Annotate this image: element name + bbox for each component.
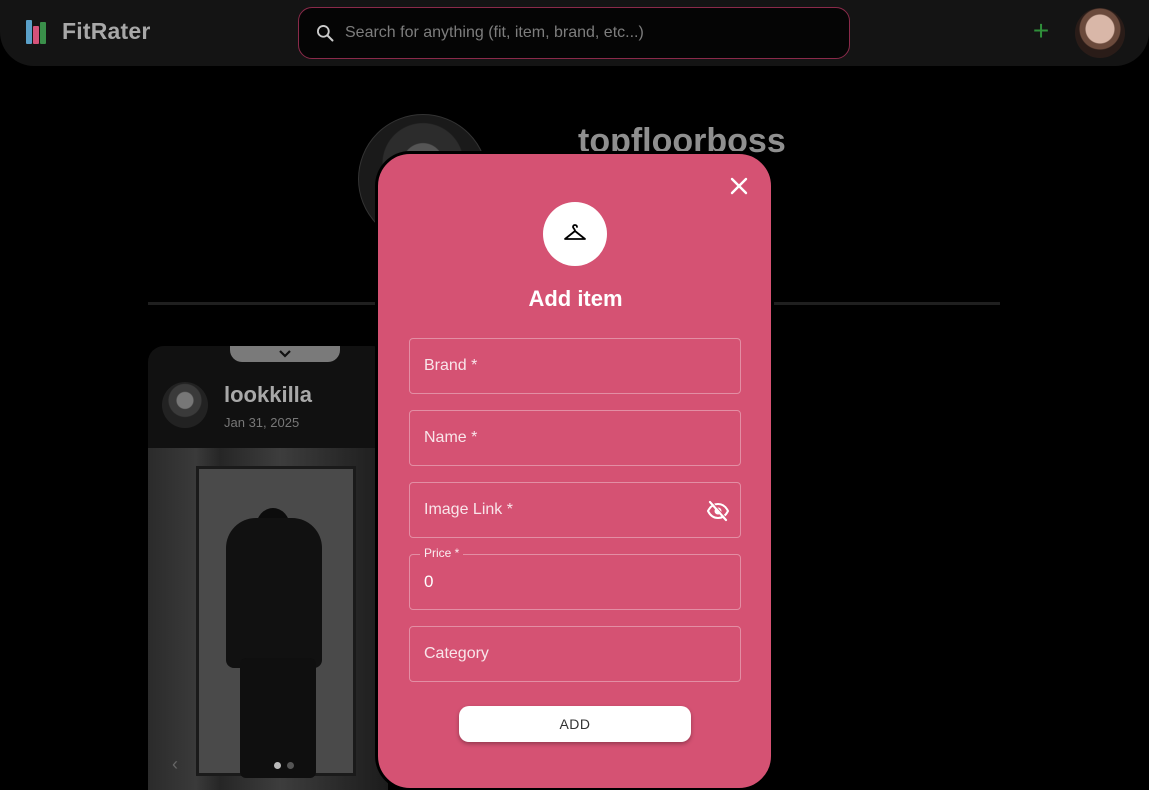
- search-bar[interactable]: [298, 7, 850, 59]
- post-card[interactable]: lookkilla Jan 31, 2025 ‹: [148, 346, 388, 790]
- visibility-off-icon[interactable]: [706, 499, 730, 523]
- post-author-avatar[interactable]: [162, 382, 208, 428]
- hanger-icon: [564, 224, 586, 240]
- image-figure-body: [226, 518, 322, 668]
- post-image[interactable]: [148, 448, 388, 790]
- carousel-dot[interactable]: [287, 762, 294, 769]
- brand-input[interactable]: [410, 339, 740, 393]
- category-field[interactable]: [409, 626, 741, 682]
- post-date: Jan 31, 2025: [224, 415, 300, 430]
- carousel-dot-active[interactable]: [274, 762, 281, 769]
- add-button[interactable]: ADD: [459, 706, 691, 742]
- collapse-toggle[interactable]: [230, 346, 340, 362]
- fitrater-logo-icon: [26, 19, 50, 44]
- image-link-field[interactable]: [409, 482, 741, 538]
- app-name: FitRater: [62, 18, 151, 44]
- name-field[interactable]: [409, 410, 741, 466]
- category-input[interactable]: [410, 627, 740, 681]
- post-author-name[interactable]: lookkilla: [224, 382, 312, 408]
- chevron-down-icon: [279, 350, 291, 358]
- modal-title: Add item: [528, 286, 623, 311]
- app-logo[interactable]: FitRater: [26, 18, 151, 45]
- carousel-dots: [274, 762, 294, 769]
- brand-field[interactable]: [409, 338, 741, 394]
- price-field[interactable]: Price *: [409, 546, 741, 610]
- plus-icon[interactable]: +: [1028, 17, 1054, 45]
- add-item-modal: Add item Price * ADD: [376, 152, 773, 790]
- image-link-input[interactable]: [410, 483, 740, 537]
- top-nav-bar: FitRater +: [0, 0, 1149, 66]
- image-figure-legs: [240, 658, 316, 778]
- search-icon: [317, 25, 334, 42]
- chevron-left-icon[interactable]: ‹: [172, 754, 178, 775]
- user-avatar[interactable]: [1075, 8, 1125, 58]
- name-input[interactable]: [410, 411, 740, 465]
- price-input[interactable]: [410, 555, 740, 609]
- search-input[interactable]: [345, 24, 825, 42]
- close-icon[interactable]: [727, 174, 751, 198]
- hanger-badge: [543, 202, 607, 266]
